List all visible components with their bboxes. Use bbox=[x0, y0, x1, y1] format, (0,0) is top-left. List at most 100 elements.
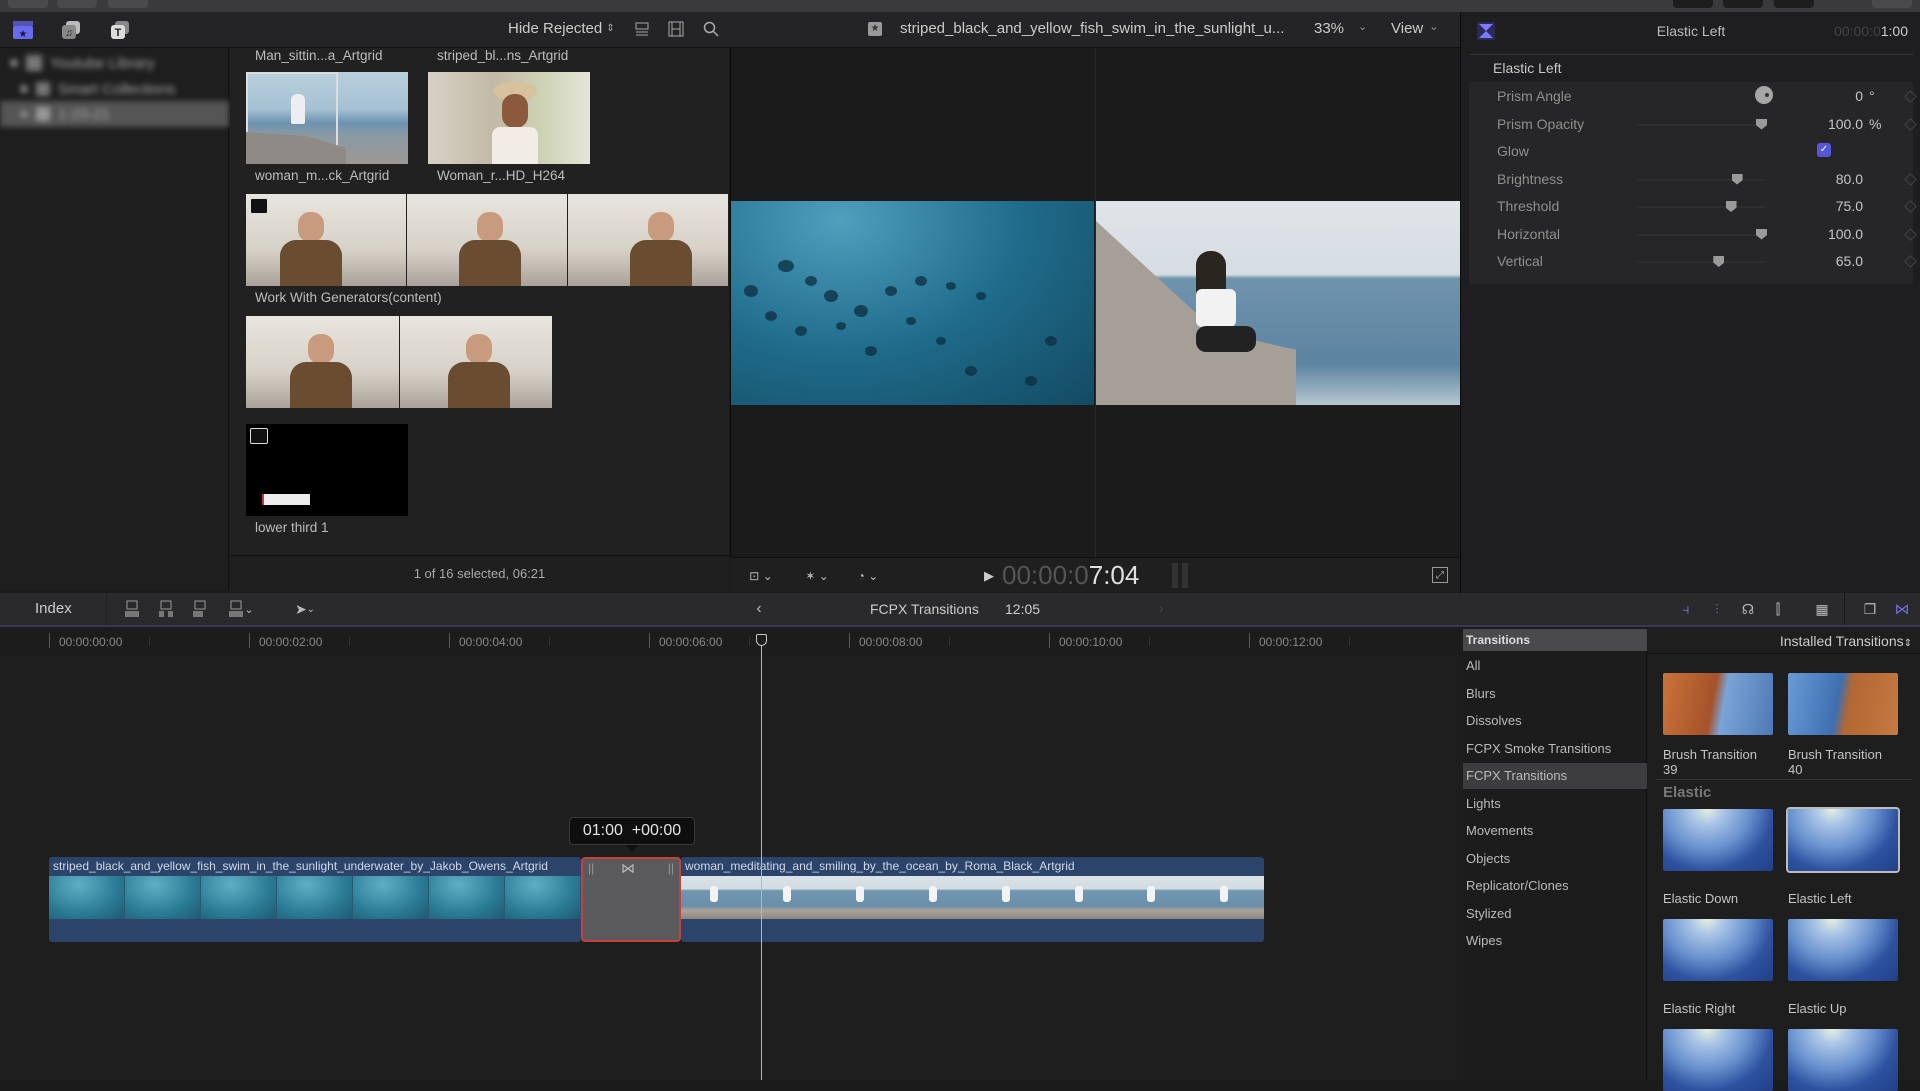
transitions-header[interactable]: Transitions bbox=[1463, 629, 1647, 651]
transition-thumb-elastic[interactable] bbox=[1788, 919, 1898, 981]
toolbar-button[interactable] bbox=[1774, 0, 1814, 8]
library-item-selected[interactable]: 1-23-21 bbox=[0, 101, 229, 127]
photos-audio-icon[interactable]: ♫ bbox=[59, 19, 83, 41]
list-view-icon[interactable] bbox=[634, 21, 650, 37]
transition-category[interactable]: Wipes bbox=[1463, 928, 1647, 954]
transition-category[interactable]: Objects bbox=[1463, 846, 1647, 872]
param-label: Prism Angle bbox=[1497, 88, 1572, 104]
transition-thumb-elastic[interactable] bbox=[1663, 919, 1773, 981]
libraries-icon[interactable]: ★ bbox=[11, 19, 35, 41]
param-slider[interactable] bbox=[1637, 228, 1767, 240]
insert-clip-icon[interactable] bbox=[156, 599, 176, 619]
transition-category[interactable]: FCPX Transitions bbox=[1463, 763, 1647, 789]
audio-skimming-icon[interactable]: ⫶ bbox=[1707, 599, 1727, 619]
overwrite-clip-icon[interactable]: ⌄ bbox=[224, 599, 258, 619]
timeline-clip-woman[interactable]: woman_meditating_and_smiling_by_the_ocea… bbox=[681, 857, 1264, 942]
playhead-handle[interactable] bbox=[756, 634, 767, 646]
angle-dial[interactable] bbox=[1755, 86, 1773, 104]
keyframe-button[interactable] bbox=[1904, 200, 1917, 213]
forward-arrow-icon[interactable]: › bbox=[1154, 599, 1168, 619]
timeline-transition[interactable]: || ⋈ || bbox=[581, 857, 681, 942]
transitions-sidebar: Transitions All Blurs Dissolves FCPX Smoke … bbox=[1463, 627, 1647, 1080]
param-value[interactable]: 0 bbox=[1783, 88, 1863, 104]
transition-category[interactable]: FCPX Smoke Transitions bbox=[1463, 736, 1647, 762]
toolbar-button[interactable] bbox=[1872, 0, 1912, 8]
keyframe-button[interactable] bbox=[1904, 227, 1917, 241]
view-menu[interactable]: View ⌄ bbox=[1391, 20, 1438, 37]
param-value[interactable]: 75.0 bbox=[1783, 198, 1863, 214]
transition-category[interactable]: Lights bbox=[1463, 791, 1647, 817]
transition-thumb-brush-39[interactable] bbox=[1663, 673, 1773, 735]
param-slider[interactable] bbox=[1637, 118, 1767, 130]
param-slider[interactable] bbox=[1637, 201, 1765, 212]
library-item[interactable]: Smart Collections bbox=[0, 76, 229, 102]
transition-category[interactable]: Stylized bbox=[1463, 901, 1647, 927]
timeline-clip-fish[interactable]: striped_black_and_yellow_fish_swim_in_th… bbox=[49, 857, 581, 942]
transition-category[interactable]: Dissolves bbox=[1463, 708, 1647, 734]
keyframe-button[interactable] bbox=[1904, 172, 1917, 186]
keyframe-button[interactable] bbox=[1904, 117, 1917, 131]
zoom-dropdown[interactable]: 33% ⌄ bbox=[1314, 20, 1367, 37]
clip-thumbnail[interactable] bbox=[246, 72, 408, 164]
video-skimming-icon[interactable]: ⫞ bbox=[1676, 599, 1696, 619]
transition-thumb-elastic[interactable] bbox=[1663, 1029, 1773, 1091]
transform-tools-icon[interactable]: ⊡ ⌄ bbox=[744, 566, 778, 586]
hide-rejected-filter[interactable]: Hide Rejected ⇕ bbox=[508, 20, 615, 37]
clip-thumbnail[interactable] bbox=[246, 194, 728, 286]
transition-thumb-elastic[interactable] bbox=[1788, 1029, 1898, 1091]
snapping-icon[interactable]: ⫿ bbox=[1767, 599, 1789, 619]
back-arrow-icon[interactable]: ‹ bbox=[752, 599, 766, 619]
connect-clip-icon[interactable] bbox=[122, 599, 142, 619]
clip-thumbnail[interactable] bbox=[246, 316, 552, 408]
param-value[interactable]: 100.0 bbox=[1783, 116, 1863, 132]
timeline-ruler[interactable]: 00:00:00:00 00:00:02:00 00:00:04:00 00:00:0… bbox=[0, 627, 1463, 655]
transitions-browser-icon[interactable]: ⋈ bbox=[1892, 599, 1912, 619]
param-slider[interactable] bbox=[1637, 256, 1765, 267]
clip-thumbnail[interactable] bbox=[428, 72, 590, 164]
slider-knob[interactable] bbox=[1713, 256, 1725, 267]
trim-handle-right-icon[interactable]: || bbox=[668, 861, 674, 875]
transition-thumb-elastic[interactable] bbox=[1786, 807, 1900, 873]
filmstrip-view-icon[interactable] bbox=[668, 20, 684, 38]
fullscreen-icon[interactable]: ⤢ bbox=[1432, 567, 1448, 583]
enhance-wand-icon[interactable]: ✶ ⌄ bbox=[800, 566, 834, 586]
trim-handle-left-icon[interactable]: || bbox=[588, 861, 594, 875]
append-clip-icon[interactable] bbox=[190, 599, 210, 619]
param-slider[interactable] bbox=[1637, 173, 1765, 185]
slider-knob[interactable] bbox=[1731, 173, 1743, 185]
speed-gauge-icon[interactable]: ◔ ⌄ bbox=[850, 566, 886, 586]
param-value[interactable]: 80.0 bbox=[1783, 171, 1863, 187]
playhead[interactable] bbox=[761, 634, 762, 1080]
chevron-down-icon: ⌄ bbox=[1429, 21, 1439, 33]
headphones-icon[interactable]: ☊ bbox=[1738, 599, 1758, 619]
transition-category[interactable]: Blurs bbox=[1463, 681, 1647, 707]
param-value[interactable]: 100.0 bbox=[1783, 226, 1863, 242]
param-value[interactable]: 65.0 bbox=[1783, 253, 1863, 269]
glow-checkbox[interactable]: ✓ bbox=[1817, 143, 1831, 157]
transition-thumb-brush-40[interactable] bbox=[1788, 673, 1898, 735]
window-button[interactable] bbox=[8, 0, 48, 8]
library-item[interactable]: Youtube Library bbox=[0, 50, 229, 76]
window-button[interactable] bbox=[108, 0, 148, 8]
clip-appearance-icon[interactable]: ▦ bbox=[1812, 599, 1832, 619]
search-icon[interactable] bbox=[703, 20, 719, 38]
select-tool-icon[interactable]: ➤ ⌄ bbox=[288, 599, 322, 619]
slider-knob[interactable] bbox=[1756, 228, 1767, 240]
effects-browser-icon[interactable]: ❐ bbox=[1860, 599, 1880, 619]
window-button[interactable] bbox=[57, 0, 97, 8]
toolbar-button[interactable] bbox=[1673, 0, 1713, 8]
transition-category[interactable]: Replicator/Clones bbox=[1463, 873, 1647, 899]
transition-thumb-elastic[interactable] bbox=[1663, 809, 1773, 871]
clip-thumbnail[interactable] bbox=[246, 424, 408, 516]
titles-generators-icon[interactable]: T bbox=[108, 19, 132, 41]
keyframe-button[interactable] bbox=[1904, 255, 1917, 268]
play-icon[interactable]: ▶ bbox=[982, 567, 996, 585]
slider-knob[interactable] bbox=[1725, 201, 1737, 212]
transition-category[interactable]: All bbox=[1463, 653, 1647, 679]
slider-knob[interactable] bbox=[1756, 118, 1767, 130]
keyframe-button[interactable] bbox=[1904, 90, 1917, 103]
transition-category[interactable]: Movements bbox=[1463, 818, 1647, 844]
index-button[interactable]: Index bbox=[0, 593, 107, 625]
installed-transitions-dropdown[interactable]: Installed Transitions⇕ bbox=[1780, 633, 1912, 649]
toolbar-button[interactable] bbox=[1723, 0, 1763, 8]
